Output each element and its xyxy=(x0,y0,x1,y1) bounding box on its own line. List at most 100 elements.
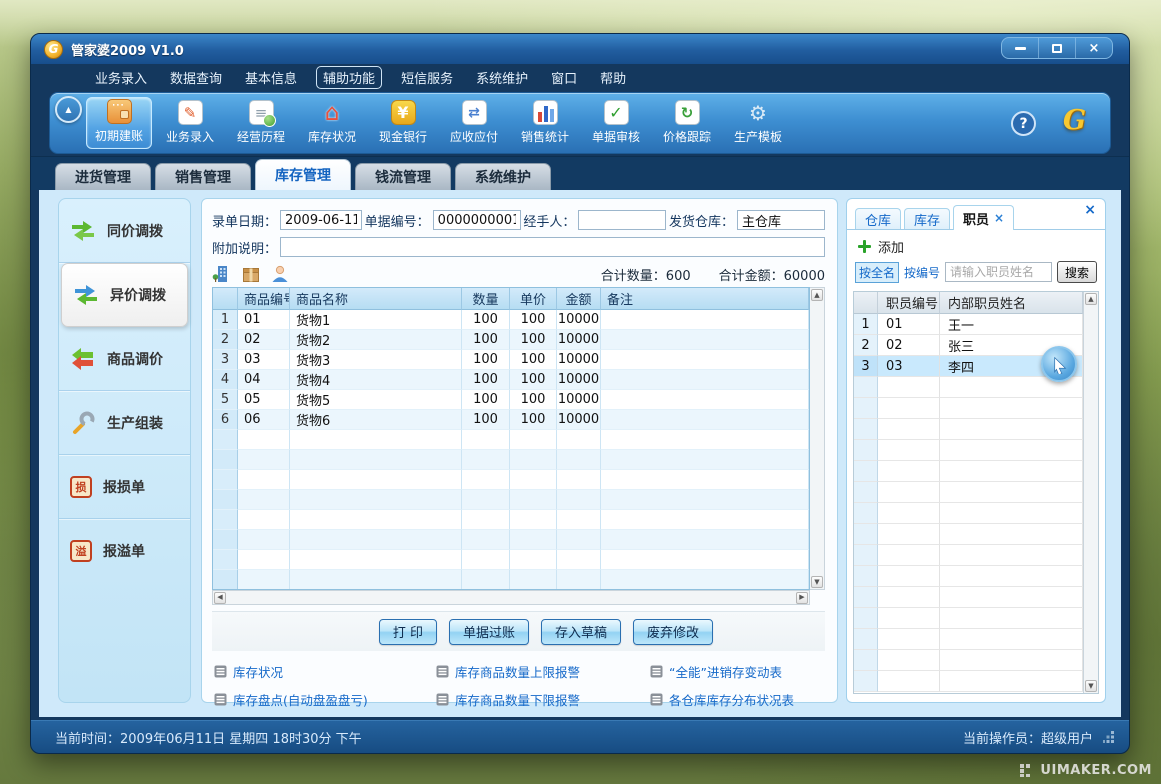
staff-search-input[interactable] xyxy=(945,262,1052,282)
close-button[interactable]: × xyxy=(1075,38,1112,58)
table-empty-row xyxy=(854,419,1083,440)
person-icon[interactable] xyxy=(270,264,290,284)
toolbar-item-price-tracking[interactable]: 价格跟踪 xyxy=(654,97,720,149)
sidebar-item-price-adjust[interactable]: 商品调价 xyxy=(59,327,190,391)
handler-input[interactable] xyxy=(578,210,666,230)
building-icon[interactable] xyxy=(212,264,232,284)
app-window: G 管家婆2009 V1.0 × 业务录入数据查询基本信息辅助功能短信服务系统维… xyxy=(30,33,1130,754)
table-row[interactable]: 404货物4 10010010000 xyxy=(213,370,809,390)
quick-links: 库存状况 库存商品数量上限报警 xyxy=(214,654,825,698)
vertical-scrollbar[interactable]: ▲ ▼ xyxy=(1083,292,1098,693)
toolbar-item-receivable-payable[interactable]: 应收应付 xyxy=(441,97,507,149)
grid-toolbar: 合计数量：600 合计金额：60000 xyxy=(212,263,825,285)
scroll-up-icon[interactable]: ▲ xyxy=(1085,293,1097,305)
scroll-left-icon[interactable]: ◀ xyxy=(214,592,226,604)
menu-item[interactable]: 帮助 xyxy=(596,66,630,89)
menu-item[interactable]: 辅助功能 xyxy=(316,66,382,89)
sidebar-item-loss-report[interactable]: 损 报损单 xyxy=(59,455,190,519)
menu-item[interactable]: 系统维护 xyxy=(472,66,532,89)
module-tab[interactable]: 库存管理 xyxy=(255,159,351,190)
toolbar-item-business-entry[interactable]: 业务录入 xyxy=(157,97,223,149)
quick-link[interactable]: 库存商品数量上限报警 xyxy=(436,662,650,681)
col-header: 金额 xyxy=(557,288,601,310)
scroll-up-icon[interactable]: ▲ xyxy=(811,289,823,301)
action-button[interactable]: 废弃修改 xyxy=(633,619,713,645)
quick-link-label: 各仓库库存分布状况表 xyxy=(669,690,794,709)
maximize-icon xyxy=(1052,44,1062,53)
search-button[interactable]: 搜索 xyxy=(1057,261,1097,283)
table-row[interactable]: 606货物6 10010010000 xyxy=(213,410,809,430)
toolbar-item-sales-stats[interactable]: 销售统计 xyxy=(512,97,578,149)
toolbar-item-cash-bank[interactable]: 现金银行 xyxy=(370,97,436,149)
tab-inventory[interactable]: 库存 xyxy=(904,208,950,229)
scroll-down-icon[interactable]: ▼ xyxy=(811,576,823,588)
toolbar-item-initial-setup[interactable]: 初期建账 xyxy=(86,97,152,149)
sidebar-item-same-price-transfer[interactable]: 同价调拨 xyxy=(59,199,190,263)
minimize-button[interactable] xyxy=(1002,38,1038,58)
toolbar-item-label: 现金银行 xyxy=(379,128,427,145)
staff-row[interactable]: 101王一 xyxy=(854,314,1083,335)
warehouse-input[interactable] xyxy=(737,210,825,230)
module-tab[interactable]: 销售管理 xyxy=(155,163,251,190)
totals: 合计数量：600 合计金额：60000 xyxy=(601,265,825,284)
price-tracking-icon xyxy=(675,100,700,125)
maximize-button[interactable] xyxy=(1038,38,1075,58)
table-row[interactable]: 101货物1 10010010000 xyxy=(213,310,809,330)
menu-item[interactable]: 窗口 xyxy=(547,66,581,89)
filter-by-code[interactable]: 按编号 xyxy=(904,264,940,281)
help-button[interactable]: ? xyxy=(1011,111,1036,136)
menu-item[interactable]: 数据查询 xyxy=(166,66,226,89)
quick-link[interactable]: 库存状况 xyxy=(214,662,436,681)
sidebar-item-diff-price-transfer[interactable]: 异价调拨 xyxy=(61,263,188,327)
items-table: 商品编号 商品名称 数量 单价 金额 备注 101货物1 10010010000 xyxy=(212,287,825,590)
note-input[interactable] xyxy=(280,237,825,257)
loss-stamp-icon: 损 xyxy=(70,476,92,498)
collapse-toolbar-button[interactable]: ▲ xyxy=(55,96,82,123)
action-button[interactable]: 存入草稿 xyxy=(541,619,621,645)
sidebar-item-overflow-report[interactable]: 溢 报溢单 xyxy=(59,519,190,583)
toolbar-item-inventory-status[interactable]: 库存状况 xyxy=(299,97,365,149)
toolbar-item-operation-history[interactable]: 经营历程 xyxy=(228,97,294,149)
toolbar-item-production-template[interactable]: 生产模板 xyxy=(725,97,791,149)
tab-close-icon[interactable]: × xyxy=(994,211,1004,225)
add-button[interactable]: 添加 xyxy=(858,237,904,256)
table-empty-row xyxy=(854,566,1083,587)
staff-filter: 按全名 按编号 搜索 xyxy=(855,260,1097,284)
tab-warehouse[interactable]: 仓库 xyxy=(855,208,901,229)
date-input[interactable] xyxy=(280,210,362,230)
toolbar-item-voucher-audit[interactable]: 单据审核 xyxy=(583,97,649,149)
resize-grip-icon[interactable] xyxy=(1103,731,1115,743)
doc-no-input[interactable] xyxy=(433,210,521,230)
overflow-stamp-icon: 溢 xyxy=(70,540,92,562)
row-number-header xyxy=(854,292,878,314)
vertical-scrollbar[interactable]: ▲ ▼ xyxy=(810,287,825,590)
sidebar-item-production-assembly[interactable]: 生产组装 xyxy=(59,391,190,455)
scroll-down-icon[interactable]: ▼ xyxy=(1085,680,1097,692)
quick-link[interactable]: 库存盘点(自动盘盈盘亏) xyxy=(214,690,436,709)
table-empty-row xyxy=(854,524,1083,545)
module-tab[interactable]: 钱流管理 xyxy=(355,163,451,190)
quick-link[interactable]: “全能”进销存变动表 xyxy=(650,662,825,681)
filter-by-name[interactable]: 按全名 xyxy=(855,262,899,283)
swap-arrows-green-icon xyxy=(70,218,96,244)
menu-item[interactable]: 基本信息 xyxy=(241,66,301,89)
quick-link-label: 库存商品数量下限报警 xyxy=(455,690,580,709)
horizontal-scrollbar[interactable]: ◀ ▶ xyxy=(212,590,810,605)
quick-link[interactable]: 库存商品数量下限报警 xyxy=(436,690,650,709)
table-row[interactable]: 505货物5 10010010000 xyxy=(213,390,809,410)
action-button[interactable]: 单据过账 xyxy=(449,619,529,645)
window-controls: × xyxy=(1001,37,1113,59)
tab-staff[interactable]: 职员 × xyxy=(953,205,1014,230)
table-row[interactable]: 303货物3 10010010000 xyxy=(213,350,809,370)
lookup-panel: × 仓库 库存 职员 × 添加 按全名 按编号 搜索 xyxy=(846,198,1106,703)
module-tab[interactable]: 进货管理 xyxy=(55,163,151,190)
wallet-icon xyxy=(107,99,132,124)
menu-item[interactable]: 业务录入 xyxy=(91,66,151,89)
package-icon[interactable] xyxy=(241,264,261,284)
quick-link[interactable]: 各仓库库存分布状况表 xyxy=(650,690,825,709)
table-row[interactable]: 202货物2 10010010000 xyxy=(213,330,809,350)
scroll-right-icon[interactable]: ▶ xyxy=(796,592,808,604)
module-tab[interactable]: 系统维护 xyxy=(455,163,551,190)
menu-item[interactable]: 短信服务 xyxy=(397,66,457,89)
action-button[interactable]: 打 印 xyxy=(379,619,437,645)
